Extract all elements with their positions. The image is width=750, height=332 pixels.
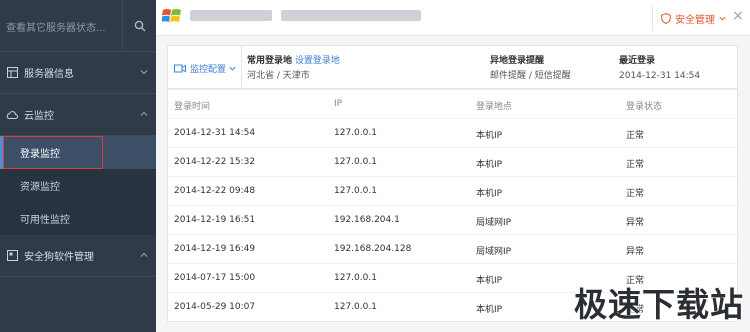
sidebar-group-label: 云监控: [24, 111, 54, 122]
login-status: 异常: [626, 218, 645, 228]
login-location: 本机IP: [476, 276, 503, 286]
sidebar-group-label: 安全狗软件管理: [24, 252, 94, 263]
remote-alert-label: 异地登录提醒: [490, 56, 545, 66]
login-status: 正常: [626, 131, 645, 141]
table-row: 2014-12-19 16:51 192.168.204.1 局域网IP 异常: [168, 205, 737, 234]
login-ip: 127.0.0.1: [334, 273, 377, 283]
last-login-label: 最近登录: [619, 56, 656, 66]
sidebar-group-cloud-monitor[interactable]: 云监控: [0, 94, 156, 136]
cloud-icon: [6, 109, 18, 121]
top-bar: 安全管理 ×: [156, 0, 750, 36]
server-icon: [6, 67, 18, 79]
login-time: 2014-12-19 16:49: [174, 244, 256, 254]
table-header: 登录时间 IP 登录地点 登录状态: [168, 89, 737, 118]
sidebar-item-login-monitor[interactable]: 登录监控: [0, 136, 156, 169]
login-time: 2014-12-19 16:51: [174, 215, 256, 225]
app-window: 查看其它服务器状态... 服务器信息 云监控 登录监控 资源监控 可用性监控 安…: [0, 0, 750, 332]
login-status: 异常: [626, 247, 645, 257]
login-location: 局域网IP: [476, 218, 512, 228]
login-location: 本机IP: [476, 189, 503, 199]
sidebar: 查看其它服务器状态... 服务器信息 云监控 登录监控 资源监控 可用性监控 安…: [0, 0, 156, 332]
table-row: 2014-12-22 09:48 127.0.0.1 本机IP 正常: [168, 176, 737, 205]
camera-icon: [174, 64, 186, 73]
sidebar-item-label: 登录监控: [20, 149, 60, 160]
software-icon: [6, 250, 18, 262]
login-location: 本机IP: [476, 160, 503, 170]
security-management-label: 安全管理: [675, 14, 715, 26]
remote-alert-value: 邮件提醒 / 短信提醒: [490, 71, 571, 81]
security-management-button[interactable]: 安全管理: [652, 5, 726, 31]
monitor-config-button[interactable]: 监控配置: [174, 62, 236, 75]
windows-logo-icon: [162, 9, 181, 22]
sidebar-item-resource-monitor[interactable]: 资源监控: [0, 169, 156, 202]
last-login-value: 2014-12-31 14:54: [619, 71, 701, 81]
column-header-time: 登录时间: [174, 102, 211, 112]
login-settings-card: 监控配置 常用登录地 设置登录地 河北省 / 天津市 异地登录提醒 邮件提醒 /…: [167, 45, 738, 89]
table-row: 2014-12-22 15:32 127.0.0.1 本机IP 正常: [168, 147, 737, 176]
shield-icon: [661, 12, 671, 24]
divider: [241, 46, 242, 88]
login-ip: 127.0.0.1: [334, 302, 377, 312]
login-ip: 127.0.0.1: [334, 157, 377, 167]
chevron-down-icon: [140, 70, 148, 75]
sidebar-group-label: 服务器信息: [24, 69, 74, 80]
common-location-label: 常用登录地: [247, 56, 293, 66]
redacted-server-name: [280, 10, 421, 21]
table-row: 2014-12-19 16:49 192.168.204.128 局域网IP 异…: [168, 234, 737, 263]
watermark: 极速下载站: [574, 285, 744, 324]
login-ip: 127.0.0.1: [334, 186, 377, 196]
common-location-block: 常用登录地 设置登录地 河北省 / 天津市: [247, 54, 340, 84]
login-time: 2014-07-17 15:00: [174, 273, 256, 283]
common-location-value: 河北省 / 天津市: [247, 71, 310, 81]
login-ip: 192.168.204.128: [334, 244, 412, 254]
close-icon[interactable]: ×: [731, 9, 745, 23]
search-icon[interactable]: [122, 0, 156, 52]
login-location: 本机IP: [476, 305, 503, 315]
sidebar-item-label: 资源监控: [20, 182, 60, 193]
login-location: 局域网IP: [476, 247, 512, 257]
login-ip: 192.168.204.1: [334, 215, 400, 225]
remote-alert-block: 异地登录提醒 邮件提醒 / 短信提醒: [490, 54, 571, 84]
set-location-link[interactable]: 设置登录地: [295, 56, 340, 66]
login-time: 2014-12-22 15:32: [174, 157, 256, 167]
sidebar-group-safedog-software[interactable]: 安全狗软件管理: [0, 235, 156, 277]
column-header-location: 登录地点: [476, 102, 513, 112]
login-time: 2014-12-22 09:48: [174, 186, 256, 196]
column-header-ip: IP: [334, 99, 343, 109]
chevron-down-icon: [229, 66, 236, 71]
server-title: [190, 8, 421, 22]
column-header-status: 登录状态: [626, 102, 663, 112]
server-search-input[interactable]: 查看其它服务器状态...: [6, 19, 116, 34]
monitor-config-label: 监控配置: [190, 65, 227, 75]
login-ip: 127.0.0.1: [334, 128, 377, 138]
redacted-server-ip: [190, 10, 272, 21]
sidebar-item-availability-monitor[interactable]: 可用性监控: [0, 202, 156, 235]
sidebar-item-label: 可用性监控: [20, 215, 70, 226]
last-login-block: 最近登录 2014-12-31 14:54: [619, 54, 700, 84]
table-row: 2014-12-31 14:54 127.0.0.1 本机IP 正常: [168, 118, 737, 147]
chevron-up-icon: [140, 252, 148, 257]
chevron-up-icon: [140, 111, 148, 116]
login-status: 正常: [626, 160, 645, 170]
server-search[interactable]: 查看其它服务器状态...: [0, 0, 156, 52]
chevron-down-icon: [719, 16, 726, 21]
sidebar-group-server-info[interactable]: 服务器信息: [0, 52, 156, 94]
login-time: 2014-12-31 14:54: [174, 128, 256, 138]
login-location: 本机IP: [476, 131, 503, 141]
login-status: 正常: [626, 189, 645, 199]
login-time: 2014-05-29 10:07: [174, 302, 256, 312]
